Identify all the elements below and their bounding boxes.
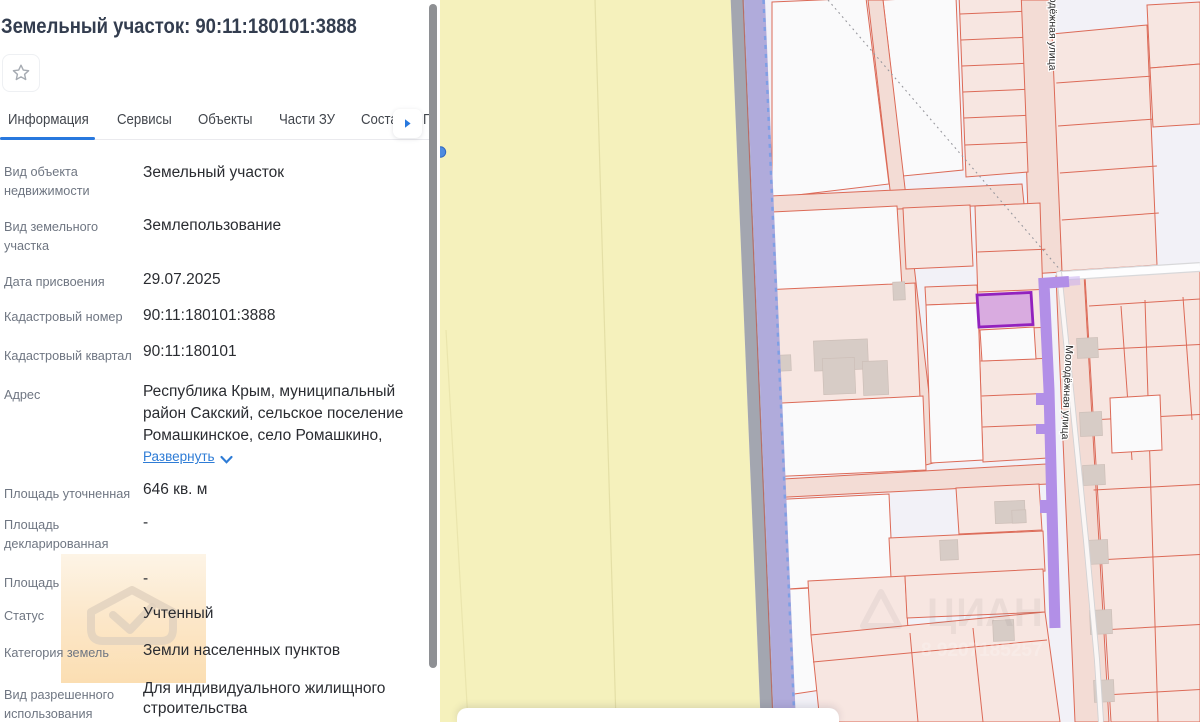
svg-text:8 9207185257: 8 9207185257: [921, 640, 1043, 661]
svg-text:ЦИАН: ЦИАН: [927, 591, 1043, 635]
svg-text:Молодёжная улица: Молодёжная улица: [1046, 0, 1059, 71]
